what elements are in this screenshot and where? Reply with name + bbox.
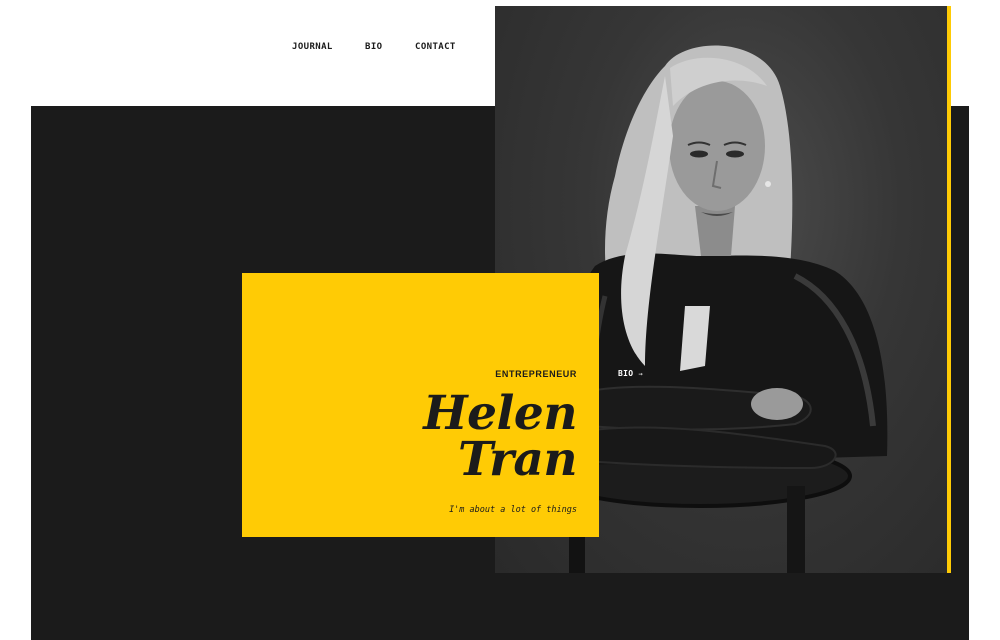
nav-link-journal[interactable]: JOURNAL bbox=[292, 42, 333, 52]
hero-intro-card: ENTREPRENEUR Helen Tran I'm about a lot … bbox=[242, 273, 599, 537]
photo-bio-tag[interactable]: BIO → bbox=[618, 369, 643, 378]
photo-bio-label: BIO bbox=[618, 369, 634, 378]
first-name: Helen bbox=[423, 386, 577, 441]
accent-edge-stripe bbox=[947, 6, 951, 573]
nav-link-contact[interactable]: CONTACT bbox=[415, 42, 456, 52]
role-label: ENTREPRENEUR bbox=[495, 369, 577, 379]
hero-name: Helen Tran bbox=[423, 386, 577, 487]
nav-link-bio[interactable]: BIO bbox=[365, 42, 382, 52]
tagline: I'm about a lot of things bbox=[449, 505, 577, 515]
last-name: Tran bbox=[458, 432, 577, 487]
arrow-right-icon: → bbox=[638, 370, 643, 378]
